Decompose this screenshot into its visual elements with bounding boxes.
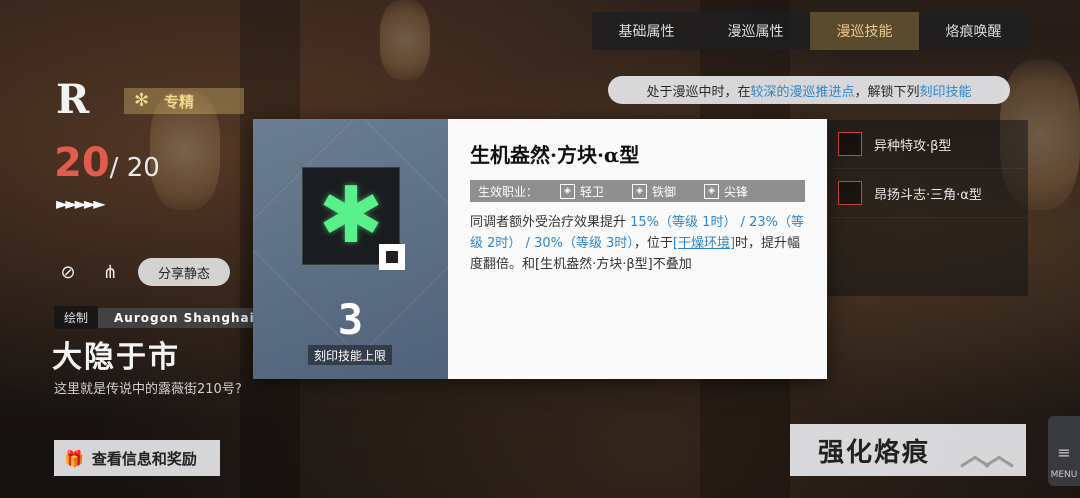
imprint-limit-label: 刻印技能上限 (308, 345, 393, 365)
rarity-badge: R (56, 76, 90, 123)
iron-defense-class-icon: ◈ (632, 183, 648, 199)
view-info-rewards-label: 查看信息和奖励 (91, 449, 197, 468)
enhance-imprint-button[interactable]: 强化烙痕 ︿︿ (790, 424, 1026, 476)
skill-detail-icon: ✱ (302, 167, 405, 270)
unlock-hint-highlight: 刻印技能 (919, 84, 972, 100)
skill-detail-left: ✱ 3 刻印技能上限 (253, 119, 448, 379)
vanguard-class-icon: ◈ (704, 183, 720, 199)
skill-description: 同调者额外受治疗效果提升 15%（等级 1时） / 23%（等级 2时） / 3… (470, 215, 805, 272)
skill-detail-modal: ✱ 3 刻印技能上限 生机盎然·方块·α型 生效职业： ◈ 轻卫 ◈ 铁御 ◈ 尖锋 … (253, 119, 827, 379)
share-icon[interactable]: ⋔ (96, 258, 124, 286)
level-current: 20 (54, 140, 110, 186)
specialization-badge: ✻ 专精 (124, 88, 244, 114)
effective-classes-bar: 生效职业： ◈ 轻卫 ◈ 铁御 ◈ 尖锋 (470, 180, 805, 202)
chevron-up-icon: ︿︿ (960, 438, 1014, 473)
effective-classes-label: 生效职业： (478, 184, 539, 199)
artist-name: Aurogon Shanghai (98, 307, 271, 328)
unlock-hint-highlight: 较深的漫巡推进点 (750, 84, 855, 100)
tab-roam-attributes[interactable]: 漫巡属性 (701, 12, 810, 50)
menu-icon: ≡ (1057, 443, 1071, 462)
specialization-icon: ✻ (134, 90, 150, 111)
toolbar: ⊘ ⋔ 分享静态 (54, 258, 231, 286)
tab-basic-attributes[interactable]: 基础属性 (592, 12, 701, 50)
gift-icon: 🎁 (64, 448, 84, 468)
imprint-limit-number: 3 (337, 295, 364, 344)
unlock-hint-text: 处于漫巡中时，在 (646, 84, 751, 100)
eye-hide-icon[interactable]: ⊘ (54, 258, 82, 286)
enhance-imprint-label: 强化烙痕 (818, 437, 931, 468)
artist-credit: 绘制 Aurogon Shanghai (54, 306, 271, 329)
level-display: 20/ 20 (54, 140, 160, 186)
tab-imprint-awaken[interactable]: 烙痕唤醒 (919, 12, 1028, 50)
skill-list-label: 异种特攻·β型 (874, 138, 952, 154)
level-max: / 20 (109, 153, 160, 183)
level-arrows-icon: ►►►►► (56, 194, 106, 213)
menu-label: MENU (1050, 470, 1078, 480)
share-static-button[interactable]: 分享静态 (138, 258, 231, 286)
menu-button[interactable]: ≡ MENU (1048, 416, 1080, 486)
class-vanguard: ◈ 尖锋 (704, 183, 748, 200)
pixel-asterisk-icon: ✱ (318, 171, 384, 261)
imprint-subtitle: 这里就是传说中的露薇街210号? (54, 382, 242, 397)
skill-list-item[interactable]: 异种特攻·β型 (828, 120, 1028, 169)
unlock-hint: 处于漫巡中时，在 较深的漫巡推进点 ，解锁下列 刻印技能 (608, 76, 1010, 104)
imprint-skill-list: 异种特攻·β型 昂扬斗志·三角·α型 (828, 120, 1028, 296)
skill-list-item[interactable]: 昂扬斗志·三角·α型 (828, 169, 1028, 218)
light-guard-class-icon: ◈ (560, 183, 576, 199)
class-light-guard: ◈ 轻卫 (560, 183, 604, 200)
class-iron-defense: ◈ 铁御 (632, 183, 676, 200)
skill-name: 生机盎然·方块·α型 (470, 143, 640, 167)
specialization-label: 专精 (164, 92, 195, 111)
square-shape-icon (379, 244, 405, 270)
skill-icon (838, 132, 862, 156)
artist-label: 绘制 (54, 306, 99, 329)
skill-icon (838, 181, 862, 205)
unlock-hint-text: ，解锁下列 (854, 84, 920, 100)
skill-detail-right: 生机盎然·方块·α型 生效职业： ◈ 轻卫 ◈ 铁御 ◈ 尖锋 同调者额外受治疗效果提… (448, 119, 827, 379)
skill-list-label: 昂扬斗志·三角·α型 (874, 187, 982, 203)
imprint-title: 大隐于市 (52, 340, 180, 375)
tab-roam-skills[interactable]: 漫巡技能 (810, 12, 919, 50)
view-info-rewards-button[interactable]: 🎁 查看信息和奖励 (54, 440, 220, 476)
dry-environment-term-link[interactable]: [干燥环境] (673, 236, 735, 251)
top-tab-bar: 基础属性 漫巡属性 漫巡技能 烙痕唤醒 (592, 12, 1028, 50)
